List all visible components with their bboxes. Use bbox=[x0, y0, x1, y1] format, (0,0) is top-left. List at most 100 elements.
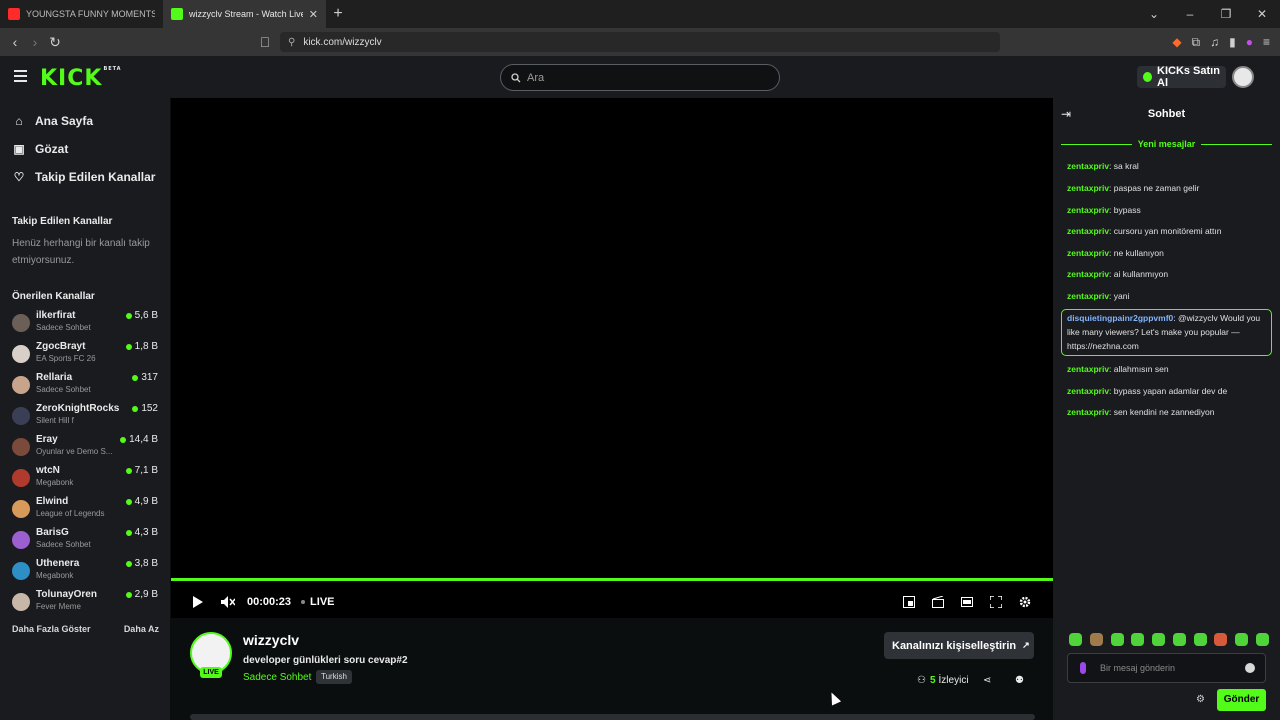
hamburger-menu-icon[interactable] bbox=[14, 70, 27, 82]
streamer-name[interactable]: wizzyclv bbox=[243, 632, 299, 648]
viewer-count-value: 5 bbox=[929, 675, 936, 686]
brave-shield-icon[interactable]: ◆ bbox=[1172, 35, 1181, 49]
emote-icon[interactable] bbox=[1193, 633, 1207, 646]
language-tag[interactable]: Turkish bbox=[316, 670, 352, 684]
channel-item[interactable]: Uthenera Megabonk 3,8 B bbox=[12, 558, 162, 586]
emote-icon[interactable] bbox=[1255, 633, 1269, 646]
emote-icon[interactable] bbox=[1214, 633, 1228, 646]
clip-icon[interactable] bbox=[932, 596, 944, 608]
live-dot-icon bbox=[301, 600, 306, 604]
emote-icon[interactable] bbox=[1069, 633, 1082, 646]
show-more-button[interactable]: Daha Fazla Göster bbox=[12, 624, 91, 634]
sidebar-item-home[interactable]: ⌂ Ana Sayfa bbox=[12, 112, 93, 130]
chat-message: zentaxpriv: cursoru yan monitöremi attın bbox=[1067, 226, 1222, 236]
minimize-button[interactable]: – bbox=[1172, 0, 1208, 28]
close-tab-icon[interactable]: ✕ bbox=[309, 8, 318, 21]
mini-player-icon[interactable] bbox=[903, 596, 915, 608]
url-text: kick.com/wizzyclv bbox=[303, 36, 382, 48]
sidebar-item-following[interactable]: ♡ Takip Edilen Kanallar bbox=[12, 168, 156, 186]
settings-gear-icon[interactable] bbox=[1019, 596, 1031, 608]
close-window-button[interactable]: ✕ bbox=[1244, 0, 1280, 28]
chat-username[interactable]: zentaxpriv bbox=[1067, 269, 1109, 279]
stream-category[interactable]: Sadece Sohbet bbox=[243, 672, 311, 683]
sidebar-item-browse[interactable]: ▣ Gözat bbox=[12, 140, 68, 158]
reload-button[interactable]: ↻ bbox=[45, 34, 65, 51]
bookmark-icon[interactable]: ⎕ bbox=[255, 34, 275, 51]
mute-icon[interactable] bbox=[221, 596, 235, 608]
chat-username[interactable]: zentaxpriv bbox=[1067, 205, 1109, 215]
music-icon[interactable]: ♫ bbox=[1210, 35, 1219, 49]
url-bar[interactable]: ⚲ kick.com/wizzyclv bbox=[280, 32, 1000, 52]
chat-header: ⇥ Sohbet bbox=[1053, 98, 1280, 130]
chat-username[interactable]: zentaxpriv bbox=[1067, 161, 1109, 171]
show-less-button[interactable]: Daha Az bbox=[124, 624, 159, 634]
chat-username[interactable]: zentaxpriv bbox=[1067, 364, 1109, 374]
live-dot-icon bbox=[132, 374, 139, 381]
channel-item[interactable]: ilkerfirat Sadece Sohbet 5,6 B bbox=[12, 310, 162, 338]
tab-title: wizzyclv Stream - Watch Live on bbox=[189, 9, 303, 19]
channel-item[interactable]: TolunayOren Fever Meme 2,9 B bbox=[12, 589, 162, 617]
back-button[interactable]: ‹ bbox=[5, 34, 25, 50]
play-icon[interactable] bbox=[193, 596, 203, 608]
horizontal-scrollbar[interactable] bbox=[190, 714, 1035, 720]
leo-ai-icon[interactable]: ● bbox=[1246, 35, 1253, 49]
browser-tab-youtube[interactable]: YOUNGSTA FUNNY MOMENTS #you bbox=[0, 0, 163, 28]
fullscreen-icon[interactable] bbox=[990, 596, 1002, 608]
buy-kicks-button[interactable]: KICKs Satın Al bbox=[1137, 65, 1226, 89]
chat-username[interactable]: zentaxpriv bbox=[1067, 226, 1109, 236]
customize-channel-button[interactable]: Kanalınızı kişiselleştirin ↗ bbox=[884, 632, 1034, 659]
live-indicator[interactable]: LIVE bbox=[301, 596, 335, 608]
kick-logo[interactable]: KICKBETA bbox=[40, 66, 122, 91]
maximize-button[interactable]: ❐ bbox=[1208, 0, 1244, 28]
chevron-down-icon[interactable]: ⌄ bbox=[1136, 0, 1172, 28]
channel-item[interactable]: BarisG Sadece Sohbet 4,3 B bbox=[12, 527, 162, 555]
channel-category: Sadece Sohbet bbox=[36, 323, 91, 332]
sidebar-toggle-icon[interactable]: ▮ bbox=[1229, 35, 1236, 49]
chat-username[interactable]: zentaxpriv bbox=[1067, 291, 1109, 301]
viewer-count: 14,4 B bbox=[120, 434, 158, 445]
send-button[interactable]: Gönder bbox=[1217, 689, 1266, 711]
forward-button[interactable]: › bbox=[25, 34, 45, 50]
video-player[interactable]: 00:00:23 LIVE bbox=[171, 98, 1053, 618]
user-avatar[interactable] bbox=[1232, 66, 1254, 88]
channel-name: wtcN bbox=[36, 465, 60, 476]
chat-settings-gear-icon[interactable]: ⚙ bbox=[1196, 694, 1205, 705]
live-dot-icon bbox=[125, 591, 132, 598]
chat-message-input[interactable]: Bir mesaj gönderin bbox=[1067, 653, 1266, 683]
emoji-picker-icon[interactable] bbox=[1245, 663, 1255, 673]
channel-item[interactable]: Elwind League of Legends 4,9 B bbox=[12, 496, 162, 524]
channel-item[interactable]: wtcN Megabonk 7,1 B bbox=[12, 465, 162, 493]
channel-item[interactable]: Rellaria Sadece Sohbet 317 bbox=[12, 372, 162, 400]
user-profile-icon[interactable]: ⚉ bbox=[1015, 675, 1024, 686]
progress-bar[interactable] bbox=[171, 578, 1053, 581]
microphone-icon[interactable] bbox=[1080, 662, 1086, 674]
chat-username[interactable]: zentaxpriv bbox=[1067, 183, 1109, 193]
window-controls: ⌄ – ❐ ✕ bbox=[1136, 0, 1280, 28]
emote-icon[interactable] bbox=[1235, 633, 1249, 646]
search-input[interactable]: Ara bbox=[500, 64, 780, 91]
channel-item[interactable]: ZeroKnightRocks Silent Hill f 152 bbox=[12, 403, 162, 431]
channel-item[interactable]: Eray Oyunlar ve Demo S... 14,4 B bbox=[12, 434, 162, 462]
chat-username[interactable]: zentaxpriv bbox=[1067, 386, 1109, 396]
emote-icon[interactable] bbox=[1131, 633, 1145, 646]
sidebar-footer: Daha Fazla Göster Daha Az bbox=[12, 624, 159, 634]
theater-mode-icon[interactable] bbox=[961, 596, 973, 608]
site-settings-icon[interactable]: ⚲ bbox=[288, 37, 295, 48]
live-dot-icon bbox=[125, 560, 132, 567]
chat-message: zentaxpriv: yani bbox=[1067, 291, 1130, 301]
emote-icon[interactable] bbox=[1172, 633, 1186, 646]
emote-icon[interactable] bbox=[1089, 633, 1103, 646]
screenshot-icon[interactable]: ⧉ bbox=[1192, 35, 1201, 50]
menu-icon[interactable]: ≡ bbox=[1263, 35, 1270, 49]
live-badge: LIVE bbox=[200, 667, 222, 678]
share-icon[interactable]: ⋖ bbox=[983, 675, 991, 686]
browser-tab-kick[interactable]: wizzyclv Stream - Watch Live on ✕ bbox=[163, 0, 326, 28]
channel-avatar bbox=[12, 438, 30, 456]
emote-icon[interactable] bbox=[1152, 633, 1166, 646]
chat-username[interactable]: zentaxpriv bbox=[1067, 407, 1109, 417]
channel-item[interactable]: ZgocBrayt EA Sports FC 26 1,8 B bbox=[12, 341, 162, 369]
new-tab-button[interactable]: + bbox=[326, 5, 350, 23]
chat-username[interactable]: disquietingpainr2gppvmf0 bbox=[1067, 313, 1173, 323]
chat-username[interactable]: zentaxpriv bbox=[1067, 248, 1109, 258]
emote-icon[interactable] bbox=[1110, 633, 1124, 646]
